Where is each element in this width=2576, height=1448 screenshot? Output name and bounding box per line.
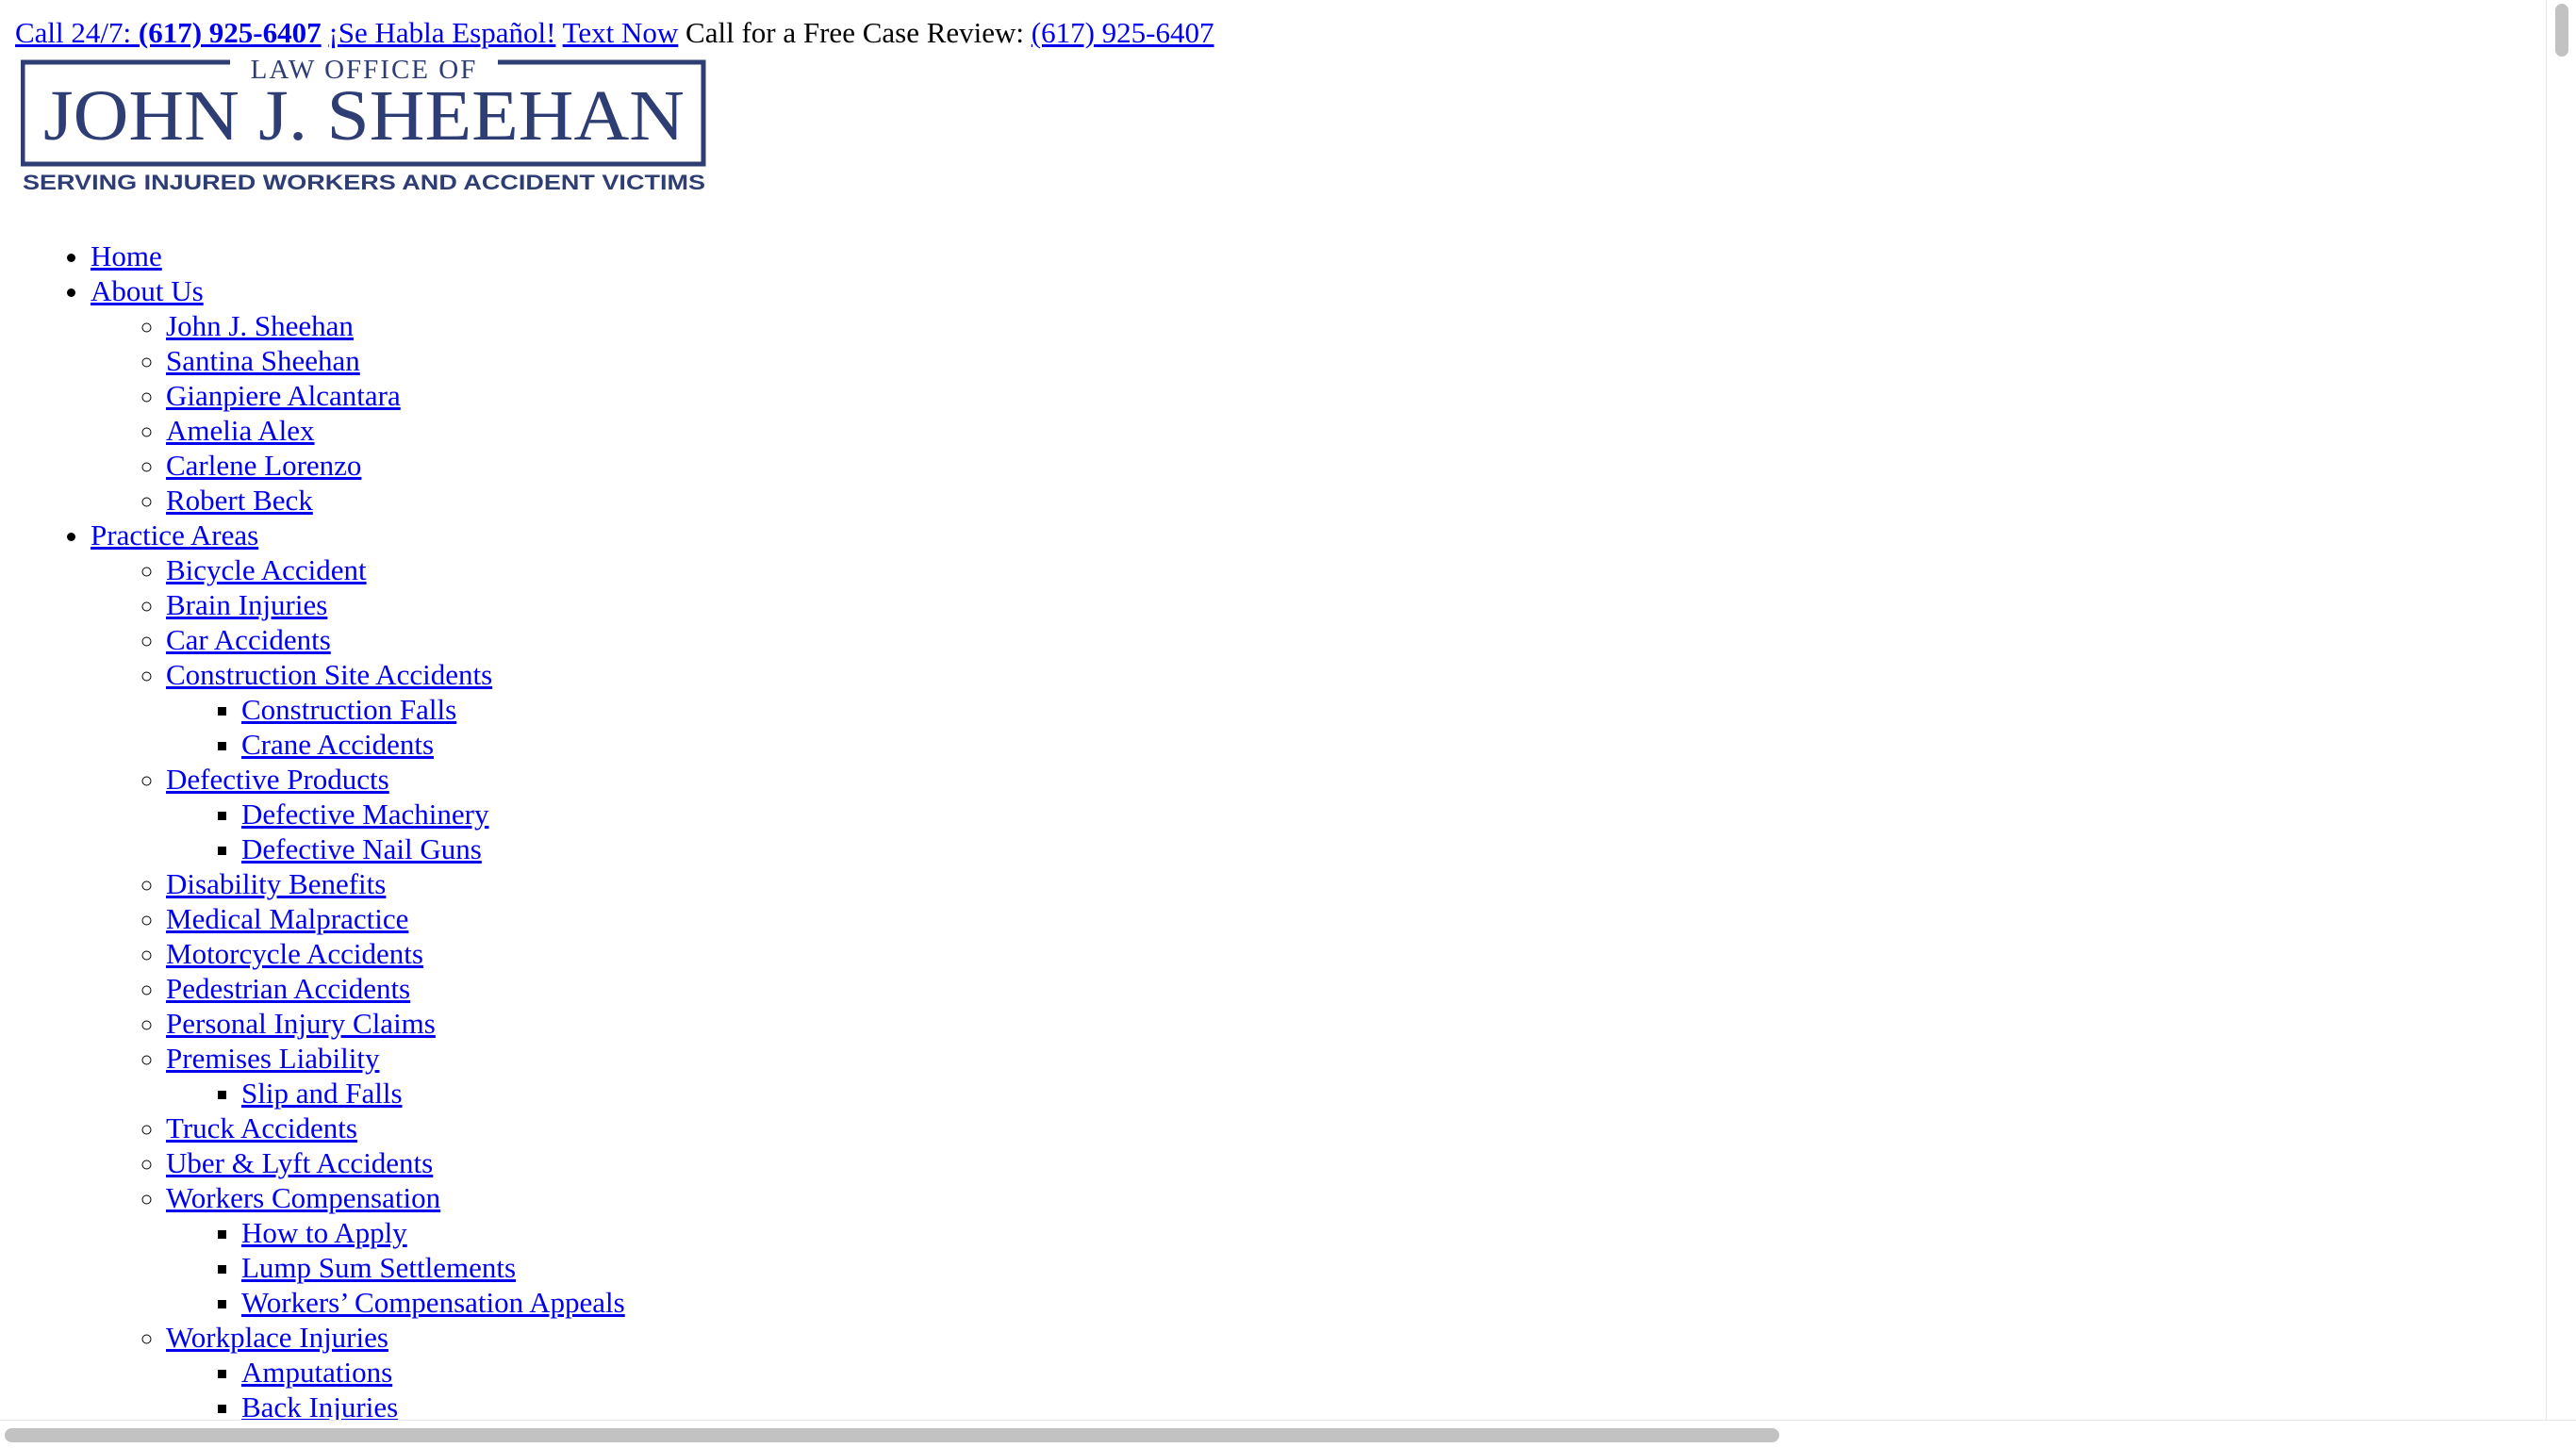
nav-link-defective-products[interactable]: Defective Products — [166, 763, 389, 796]
practice-item: Workplace Injuries Amputations Back Inju… — [166, 1320, 625, 1420]
nav-link-robert-beck[interactable]: Robert Beck — [166, 484, 313, 517]
nav-link-john-sheehan[interactable]: John J. Sheehan — [166, 309, 354, 342]
about-item: Amelia Alex — [166, 413, 625, 448]
main-navigation: Home About Us John J. Sheehan Santina Sh… — [0, 239, 625, 1420]
defective-subitem: Defective Nail Guns — [241, 831, 625, 866]
vertical-scrollbar[interactable] — [2546, 0, 2576, 1420]
nav-item-home: Home — [91, 239, 625, 273]
nav-link-motorcycle-accidents[interactable]: Motorcycle Accidents — [166, 937, 423, 970]
workplace-submenu: Amputations Back Injuries — [166, 1355, 625, 1420]
nav-link-bicycle-accident[interactable]: Bicycle Accident — [166, 553, 367, 586]
browser-viewport: Call 24/7: (617) 925-6407 ¡Se Habla Espa… — [0, 0, 2546, 1420]
nav-item-practice-areas: Practice Areas Bicycle Accident Brain In… — [91, 518, 625, 1420]
nav-item-about: About Us John J. Sheehan Santina Sheehan… — [91, 273, 625, 518]
law-office-logo: LAW OFFICE OF JOHN J. SHEEHAN SERVING IN… — [20, 55, 706, 194]
text-now-link[interactable]: Text Now — [563, 16, 679, 49]
nav-link-defective-nail-guns[interactable]: Defective Nail Guns — [241, 832, 482, 865]
premises-submenu: Slip and Falls — [166, 1076, 625, 1111]
nav-link-how-to-apply[interactable]: How to Apply — [241, 1216, 407, 1249]
call-number: (617) 925-6407 — [138, 16, 322, 49]
nav-link-slip-and-falls[interactable]: Slip and Falls — [241, 1077, 403, 1110]
practice-item: Brain Injuries — [166, 587, 625, 622]
workers-comp-subitem: Lump Sum Settlements — [241, 1250, 625, 1285]
nav-link-carlene-lorenzo[interactable]: Carlene Lorenzo — [166, 449, 361, 482]
nav-link-workers-comp-appeals[interactable]: Workers’ Compensation Appeals — [241, 1286, 625, 1319]
practice-item: Disability Benefits — [166, 866, 625, 901]
logo-line-3: SERVING INJURED WORKERS AND ACCIDENT VIC… — [23, 171, 705, 194]
about-item: John J. Sheehan — [166, 308, 625, 343]
about-item: Gianpiere Alcantara — [166, 378, 625, 413]
workplace-subitem: Back Injuries — [241, 1390, 625, 1420]
nav-link-amputations[interactable]: Amputations — [241, 1356, 392, 1389]
nav-link-car-accidents[interactable]: Car Accidents — [166, 623, 331, 656]
nav-link-practice-areas[interactable]: Practice Areas — [91, 518, 258, 551]
horizontal-scrollbar-thumb[interactable] — [5, 1428, 1779, 1442]
nav-link-disability-benefits[interactable]: Disability Benefits — [166, 867, 386, 900]
nav-link-construction-falls[interactable]: Construction Falls — [241, 693, 456, 726]
nav-link-back-injuries[interactable]: Back Injuries — [241, 1390, 398, 1420]
call-247-link[interactable]: Call 24/7: (617) 925-6407 — [15, 16, 322, 49]
defective-subitem: Defective Machinery — [241, 797, 625, 831]
nav-link-defective-machinery[interactable]: Defective Machinery — [241, 798, 489, 831]
premises-subitem: Slip and Falls — [241, 1076, 625, 1111]
practice-item: Car Accidents — [166, 622, 625, 657]
nav-link-truck-accidents[interactable]: Truck Accidents — [166, 1111, 357, 1144]
construction-subitem: Construction Falls — [241, 692, 625, 727]
practice-areas-submenu: Bicycle Accident Brain Injuries Car Acci… — [91, 552, 625, 1420]
practice-item: Workers Compensation How to Apply Lump S… — [166, 1180, 625, 1320]
nav-link-gianpiere-alcantara[interactable]: Gianpiere Alcantara — [166, 379, 401, 412]
logo-line-2: JOHN J. SHEEHAN — [43, 76, 685, 156]
practice-item: Personal Injury Claims — [166, 1006, 625, 1041]
spanish-link[interactable]: ¡Se Habla Español! — [328, 16, 555, 49]
practice-item: Motorcycle Accidents — [166, 936, 625, 971]
nav-link-construction-site-accidents[interactable]: Construction Site Accidents — [166, 658, 492, 691]
free-review-label: Call for a Free Case Review: — [678, 16, 1032, 49]
nav-link-lump-sum-settlements[interactable]: Lump Sum Settlements — [241, 1251, 516, 1284]
nav-link-home[interactable]: Home — [91, 239, 162, 272]
nav-link-brain-injuries[interactable]: Brain Injuries — [166, 588, 327, 621]
call-prefix: Call 24/7: — [15, 16, 139, 49]
nav-link-workplace-injuries[interactable]: Workplace Injuries — [166, 1321, 388, 1354]
nav-link-premises-liability[interactable]: Premises Liability — [166, 1042, 379, 1075]
defective-submenu: Defective Machinery Defective Nail Guns — [166, 797, 625, 866]
workers-comp-submenu: How to Apply Lump Sum Settlements Worker… — [166, 1215, 625, 1320]
construction-subitem: Crane Accidents — [241, 727, 625, 762]
practice-item: Uber & Lyft Accidents — [166, 1145, 625, 1180]
nav-link-crane-accidents[interactable]: Crane Accidents — [241, 728, 434, 761]
about-item: Carlene Lorenzo — [166, 448, 625, 483]
nav-link-santina-sheehan[interactable]: Santina Sheehan — [166, 344, 360, 377]
practice-item: Premises Liability Slip and Falls — [166, 1041, 625, 1111]
practice-item: Defective Products Defective Machinery D… — [166, 762, 625, 866]
vertical-scrollbar-thumb[interactable] — [2555, 4, 2568, 57]
workers-comp-subitem: How to Apply — [241, 1215, 625, 1250]
practice-item: Truck Accidents — [166, 1111, 625, 1145]
free-review-phone-link[interactable]: (617) 925-6407 — [1032, 16, 1214, 49]
site-logo-link[interactable]: LAW OFFICE OF JOHN J. SHEEHAN SERVING IN… — [20, 55, 707, 194]
nav-link-medical-malpractice[interactable]: Medical Malpractice — [166, 902, 408, 935]
nav-link-uber-lyft-accidents[interactable]: Uber & Lyft Accidents — [166, 1146, 433, 1179]
horizontal-scrollbar[interactable] — [0, 1420, 2576, 1448]
contact-bar: Call 24/7: (617) 925-6407 ¡Se Habla Espa… — [15, 15, 1214, 50]
about-submenu: John J. Sheehan Santina Sheehan Gianpier… — [91, 308, 625, 518]
nav-link-pedestrian-accidents[interactable]: Pedestrian Accidents — [166, 972, 410, 1005]
nav-link-amelia-alex[interactable]: Amelia Alex — [166, 414, 315, 447]
practice-item: Construction Site Accidents Construction… — [166, 657, 625, 762]
workers-comp-subitem: Workers’ Compensation Appeals — [241, 1285, 625, 1320]
about-item: Robert Beck — [166, 483, 625, 518]
practice-item: Bicycle Accident — [166, 552, 625, 587]
construction-submenu: Construction Falls Crane Accidents — [166, 692, 625, 762]
nav-link-about[interactable]: About Us — [91, 274, 204, 307]
practice-item: Medical Malpractice — [166, 901, 625, 936]
nav-link-personal-injury-claims[interactable]: Personal Injury Claims — [166, 1007, 436, 1040]
workplace-subitem: Amputations — [241, 1355, 625, 1390]
about-item: Santina Sheehan — [166, 343, 625, 378]
practice-item: Pedestrian Accidents — [166, 971, 625, 1006]
nav-link-workers-compensation[interactable]: Workers Compensation — [166, 1181, 440, 1214]
